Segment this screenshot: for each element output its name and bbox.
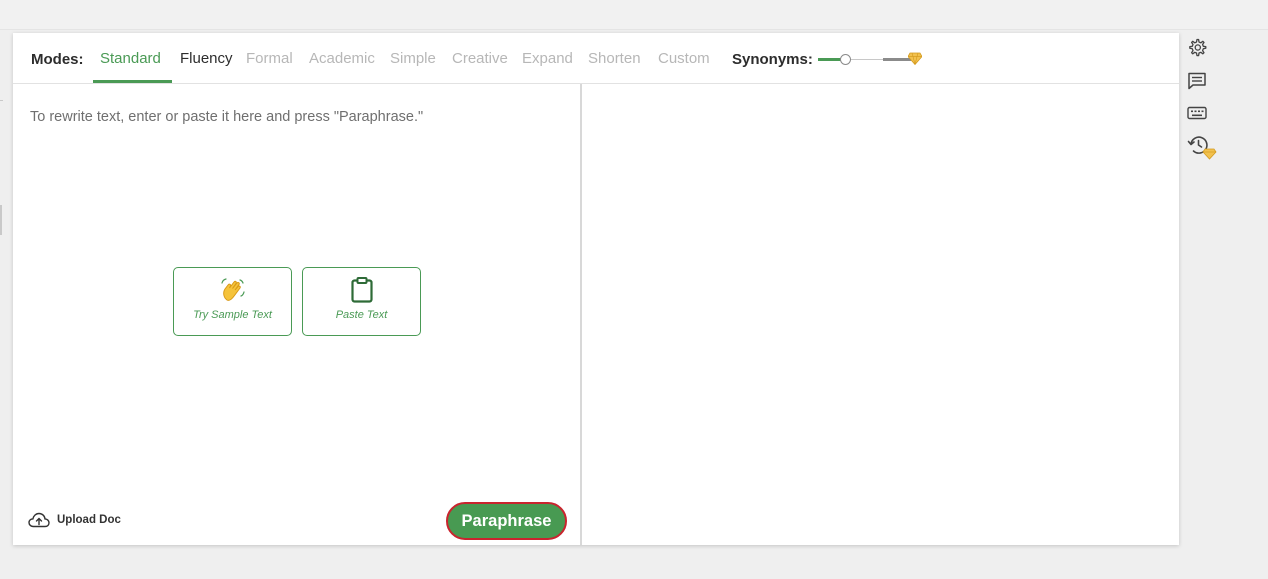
mode-standard[interactable]: Standard bbox=[100, 50, 161, 67]
mode-formal[interactable]: Formal bbox=[246, 50, 293, 67]
paste-text-button[interactable]: Paste Text bbox=[302, 267, 421, 336]
upload-doc-label: Upload Doc bbox=[57, 514, 121, 526]
upload-doc-button[interactable]: Upload Doc bbox=[28, 512, 121, 528]
synonyms-label: Synonyms: bbox=[732, 51, 813, 68]
browser-top-strip bbox=[0, 0, 1268, 30]
keyboard-icon[interactable] bbox=[1187, 105, 1213, 129]
slider-knob[interactable] bbox=[840, 54, 851, 65]
paraphraser-card: Modes: Standard Fluency Formal Academic … bbox=[13, 33, 1179, 545]
waving-hand-icon bbox=[174, 276, 291, 309]
clipboard-icon bbox=[303, 276, 420, 309]
mode-custom[interactable]: Custom bbox=[658, 50, 710, 67]
paste-text-label: Paste Text bbox=[335, 309, 388, 321]
cloud-upload-icon bbox=[28, 512, 50, 528]
mode-shorten[interactable]: Shorten bbox=[588, 50, 641, 67]
history-icon[interactable] bbox=[1187, 135, 1219, 160]
mode-fluency[interactable]: Fluency bbox=[180, 50, 233, 67]
mode-expand[interactable]: Expand bbox=[522, 50, 573, 67]
try-sample-text-button[interactable]: Try Sample Text bbox=[173, 267, 292, 336]
input-placeholder[interactable]: To rewrite text, enter or paste it here … bbox=[30, 109, 423, 125]
try-sample-text-label: Try Sample Text bbox=[193, 309, 272, 321]
slider-track-premium bbox=[883, 58, 911, 61]
active-mode-underline bbox=[93, 80, 172, 83]
mode-creative[interactable]: Creative bbox=[452, 50, 508, 67]
modes-label: Modes: bbox=[31, 51, 84, 68]
gear-icon[interactable] bbox=[1187, 38, 1213, 62]
synonyms-slider[interactable] bbox=[818, 50, 922, 68]
left-edge-mark bbox=[0, 205, 2, 235]
mode-academic[interactable]: Academic bbox=[309, 50, 375, 67]
comment-icon[interactable] bbox=[1187, 71, 1213, 95]
left-edge-mark bbox=[0, 100, 3, 101]
pane-divider bbox=[580, 84, 582, 545]
mode-simple[interactable]: Simple bbox=[390, 50, 436, 67]
premium-gem-icon bbox=[908, 52, 922, 65]
paraphrase-button[interactable]: Paraphrase bbox=[446, 502, 567, 540]
modes-bar: Modes: Standard Fluency Formal Academic … bbox=[13, 33, 1179, 84]
